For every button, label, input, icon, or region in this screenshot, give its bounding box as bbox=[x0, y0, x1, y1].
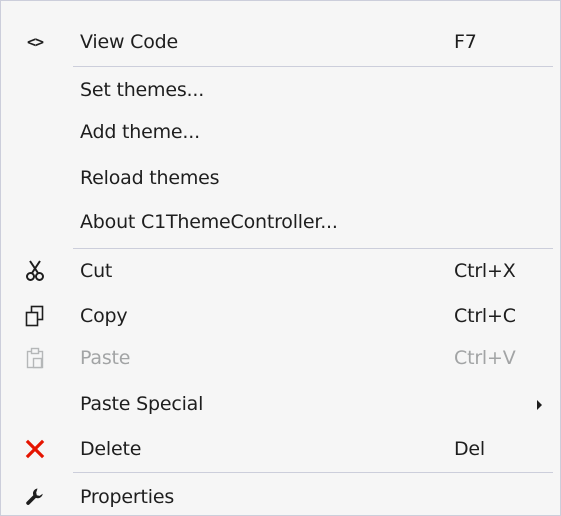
code-brackets-glyph: <> bbox=[26, 33, 44, 51]
menu-item-label: Delete bbox=[80, 438, 142, 460]
menu-item-label: About C1ThemeController... bbox=[80, 211, 338, 233]
menu-item-shortcut: Del bbox=[454, 438, 485, 460]
menu-item-label: Copy bbox=[80, 305, 128, 327]
menu-item-paste[interactable]: Paste Ctrl+V bbox=[1, 338, 561, 378]
menu-item-label: Properties bbox=[80, 486, 175, 508]
menu-item-label: Reload themes bbox=[80, 167, 220, 189]
menu-item-delete[interactable]: Delete Del bbox=[1, 429, 561, 469]
menu-item-about[interactable]: About C1ThemeController... bbox=[1, 202, 561, 242]
menu-separator bbox=[73, 66, 553, 67]
menu-item-label: Add theme... bbox=[80, 121, 200, 143]
copy-icon bbox=[18, 296, 52, 336]
menu-item-label: Paste bbox=[80, 347, 131, 369]
submenu-arrow-icon bbox=[537, 400, 542, 410]
menu-item-label: Cut bbox=[80, 260, 113, 282]
menu-item-label: Paste Special bbox=[80, 393, 204, 415]
menu-item-shortcut: F7 bbox=[454, 31, 477, 53]
paste-icon bbox=[18, 338, 52, 378]
menu-item-add-theme[interactable]: Add theme... bbox=[1, 112, 561, 152]
menu-item-reload-themes[interactable]: Reload themes bbox=[1, 158, 561, 198]
context-menu: <> View Code F7 Set themes... Add theme.… bbox=[0, 0, 561, 516]
menu-item-cut[interactable]: Cut Ctrl+X bbox=[1, 251, 561, 291]
menu-item-label: Set themes... bbox=[80, 79, 205, 101]
menu-item-shortcut: Ctrl+C bbox=[454, 305, 516, 327]
menu-item-properties[interactable]: Properties bbox=[1, 477, 561, 516]
menu-separator bbox=[73, 472, 553, 473]
menu-item-shortcut: Ctrl+V bbox=[454, 347, 516, 369]
menu-item-shortcut: Ctrl+X bbox=[454, 260, 516, 282]
code-brackets-icon: <> bbox=[18, 22, 52, 62]
menu-separator bbox=[73, 248, 553, 249]
scissors-icon bbox=[18, 251, 52, 291]
delete-x-icon bbox=[18, 429, 52, 469]
menu-item-view-code[interactable]: <> View Code F7 bbox=[1, 22, 561, 62]
menu-item-copy[interactable]: Copy Ctrl+C bbox=[1, 296, 561, 336]
menu-item-set-themes[interactable]: Set themes... bbox=[1, 70, 561, 110]
menu-item-paste-special[interactable]: Paste Special bbox=[1, 384, 561, 424]
wrench-icon bbox=[18, 477, 52, 516]
menu-item-label: View Code bbox=[80, 31, 178, 53]
